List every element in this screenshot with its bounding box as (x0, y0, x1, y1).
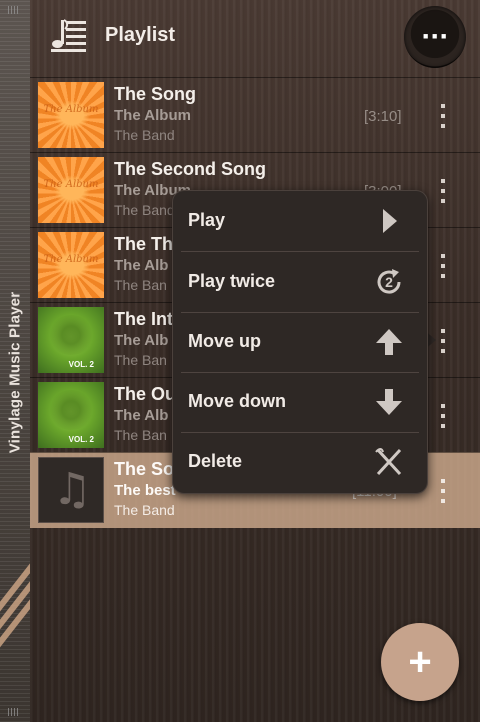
song-artist: The Ban (114, 352, 167, 368)
delete-icon (373, 446, 405, 478)
menu-item-label: Play twice (188, 271, 276, 291)
menu-item-move-up[interactable]: Move up (181, 312, 419, 372)
song-title: The Second Song (114, 159, 267, 179)
arrow-down-icon (373, 386, 405, 418)
song-album: The Alb (114, 332, 169, 349)
song-artist: The Band (114, 502, 175, 518)
menu-item-play[interactable]: Play (181, 191, 419, 251)
svg-text:2: 2 (385, 274, 393, 290)
song-album: The Alb (114, 257, 169, 274)
playlist-icon[interactable] (48, 16, 88, 56)
more-dots-icon: ··· (421, 20, 450, 53)
menu-item-delete[interactable]: Delete (181, 432, 419, 492)
row-menu-icon[interactable] (436, 402, 450, 430)
album-art: VOL. 2 (38, 382, 104, 448)
song-title: The Song (114, 84, 196, 104)
menu-item-label: Delete (188, 451, 243, 471)
song-title: The Int (114, 309, 173, 329)
page-title: Playlist (105, 24, 176, 46)
song-artist: The Ban (114, 427, 167, 443)
context-menu: Play Play twice 2 Move up Move down Dele… (172, 190, 428, 494)
drag-grip-icon (8, 6, 20, 14)
menu-item-play-twice[interactable]: Play twice 2 (181, 252, 419, 312)
menu-item-label: Move up (188, 331, 262, 351)
album-art: The Album (38, 232, 104, 298)
album-art: The Album (38, 157, 104, 223)
album-art: The Album (38, 82, 104, 148)
play-icon (373, 205, 405, 237)
song-album: The Alb (114, 407, 169, 424)
song-title: The So (114, 459, 175, 479)
app-title-label: Vinylage Music Player (6, 291, 24, 453)
song-artist: The Band (114, 202, 175, 218)
album-art-placeholder: ♫ (38, 457, 104, 523)
plus-icon: + (408, 639, 432, 684)
song-duration: [3:10] (364, 108, 402, 125)
overflow-menu-button[interactable]: ··· (404, 6, 466, 68)
decorative-stripes (0, 470, 30, 710)
row-menu-icon[interactable] (436, 102, 450, 130)
song-artist: The Ban (114, 277, 167, 293)
song-row-1[interactable]: The Album The Song The Album The Band [3… (30, 77, 480, 153)
song-album: The Album (114, 107, 191, 124)
song-title: The Ou (114, 384, 176, 404)
menu-item-label: Move down (188, 391, 286, 411)
song-title: The Th (114, 234, 173, 254)
top-bar: Playlist ··· (30, 0, 480, 74)
repeat-twice-icon: 2 (373, 266, 405, 298)
song-artist: The Band (114, 127, 175, 143)
row-menu-icon[interactable] (436, 327, 450, 355)
app-title-vertical: Vinylage Music Player (2, 272, 28, 472)
drag-grip-icon-bottom (8, 708, 20, 716)
app-sidebar[interactable]: Vinylage Music Player (0, 0, 31, 722)
row-menu-icon[interactable] (436, 252, 450, 280)
music-note-icon: ♫ (52, 464, 92, 515)
album-art: VOL. 2 (38, 307, 104, 373)
add-song-button[interactable]: + (381, 623, 459, 701)
arrow-up-icon (373, 326, 405, 358)
menu-item-label: Play (188, 210, 226, 230)
menu-item-move-down[interactable]: Move down (181, 372, 419, 432)
row-menu-icon[interactable] (436, 177, 450, 205)
row-menu-icon[interactable] (436, 477, 450, 505)
song-album: The best (114, 482, 176, 499)
